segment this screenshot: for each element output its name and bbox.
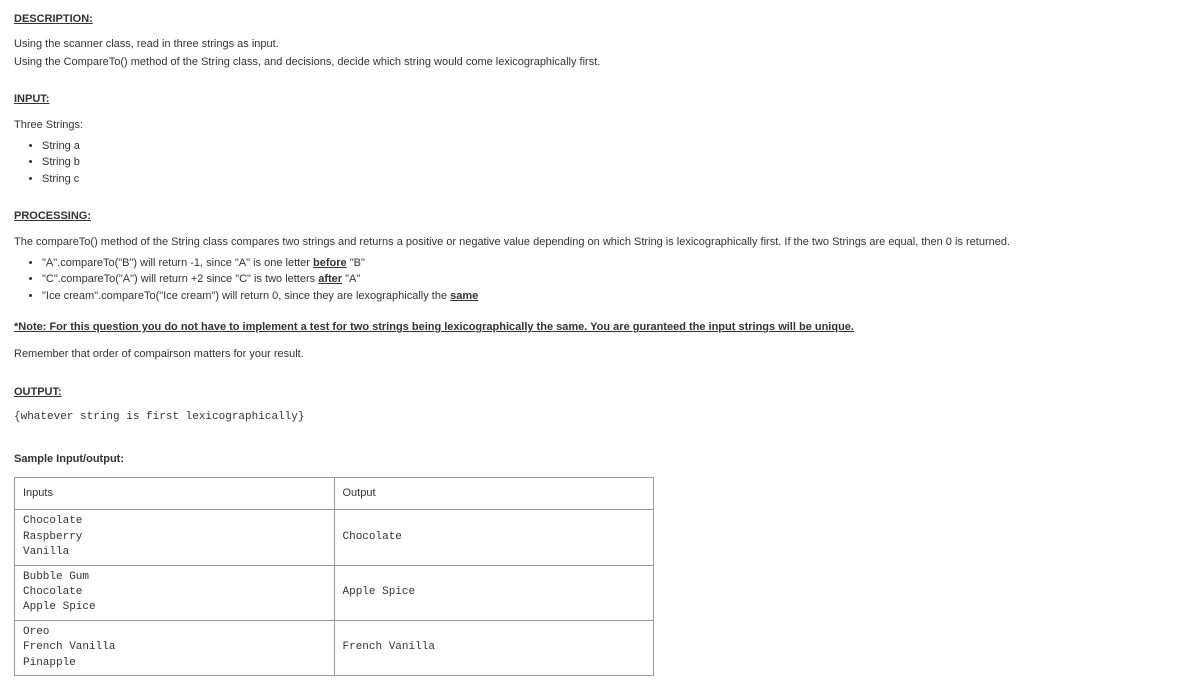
table-header-row: Inputs Output — [15, 478, 654, 510]
table-row: Chocolate Raspberry Vanilla Chocolate — [15, 510, 654, 565]
bullet-text: "A".compareTo("B") will return -1, since… — [42, 257, 313, 269]
processing-note: *Note: For this question you do not have… — [14, 320, 854, 335]
bullet-text: "Ice cream".compareTo("Ice cream") will … — [42, 290, 450, 302]
description-heading: DESCRIPTION: — [14, 12, 1186, 27]
input-intro: Three Strings: — [14, 118, 1186, 133]
table-cell-output: Apple Spice — [334, 565, 654, 620]
output-heading: OUTPUT: — [14, 385, 1186, 400]
table-header-output: Output — [334, 478, 654, 510]
table-cell-inputs: Oreo French Vanilla Pinapple — [15, 620, 335, 675]
processing-heading: PROCESSING: — [14, 209, 1186, 224]
list-item: String b — [42, 155, 1186, 170]
sample-table: Inputs Output Chocolate Raspberry Vanill… — [14, 477, 654, 676]
input-list: String a String b String c — [14, 139, 1186, 187]
description-line-1: Using the scanner class, read in three s… — [14, 37, 1186, 52]
list-item: "Ice cream".compareTo("Ice cream") will … — [42, 289, 1186, 304]
list-item: "C".compareTo("A") will return +2 since … — [42, 272, 1186, 287]
list-item: String a — [42, 139, 1186, 154]
input-heading: INPUT: — [14, 92, 1186, 107]
bullet-text: "A" — [342, 273, 360, 285]
bullet-underline: after — [318, 273, 342, 285]
output-line: {whatever string is first lexicographica… — [14, 410, 1186, 425]
bullet-underline: before — [313, 257, 347, 269]
table-header-inputs: Inputs — [15, 478, 335, 510]
table-cell-inputs: Bubble Gum Chocolate Apple Spice — [15, 565, 335, 620]
table-row: Bubble Gum Chocolate Apple Spice Apple S… — [15, 565, 654, 620]
sample-heading: Sample Input/output: — [14, 452, 1186, 467]
processing-intro: The compareTo() method of the String cla… — [14, 235, 1186, 250]
list-item: String c — [42, 172, 1186, 187]
bullet-text: "B" — [347, 257, 365, 269]
table-cell-inputs: Chocolate Raspberry Vanilla — [15, 510, 335, 565]
table-cell-output: French Vanilla — [334, 620, 654, 675]
bullet-text: "C".compareTo("A") will return +2 since … — [42, 273, 318, 285]
table-row: Oreo French Vanilla Pinapple French Vani… — [15, 620, 654, 675]
processing-remember: Remember that order of compairson matter… — [14, 347, 1186, 362]
table-cell-output: Chocolate — [334, 510, 654, 565]
bullet-underline: same — [450, 290, 478, 302]
description-line-2: Using the CompareTo() method of the Stri… — [14, 55, 1186, 70]
processing-list: "A".compareTo("B") will return -1, since… — [14, 256, 1186, 304]
list-item: "A".compareTo("B") will return -1, since… — [42, 256, 1186, 271]
